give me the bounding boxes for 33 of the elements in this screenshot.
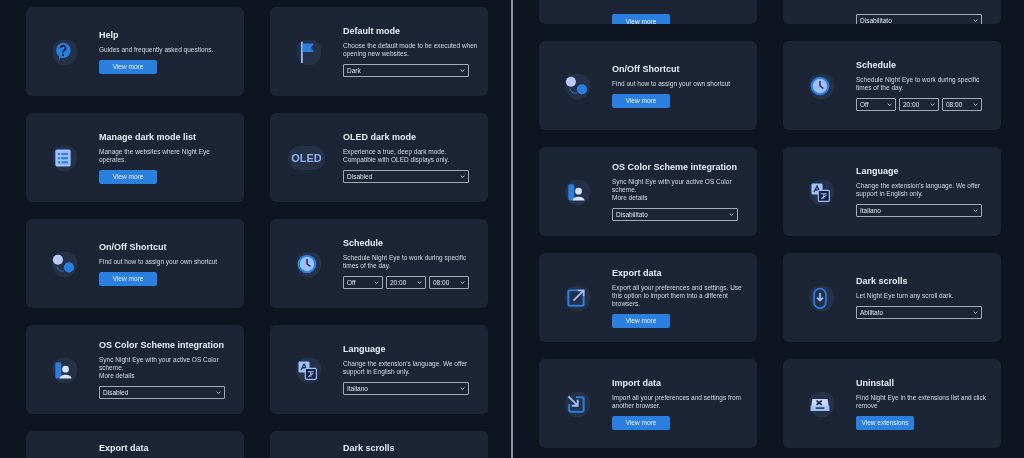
caret-icon xyxy=(460,281,465,284)
oled-label: OLED xyxy=(288,145,325,170)
caret-icon xyxy=(460,387,465,390)
caret-icon xyxy=(973,19,978,22)
card-title: Default mode xyxy=(343,26,401,36)
caret-icon xyxy=(887,103,892,106)
card-title: On/Off Shortcut xyxy=(612,63,681,74)
caret-icon xyxy=(216,391,221,394)
card-title: Help xyxy=(99,29,120,40)
card-title: OS Color Scheme integration xyxy=(99,340,226,350)
caret-icon xyxy=(460,175,465,178)
card-title: Import data xyxy=(612,377,662,388)
card-title: Schedule xyxy=(856,60,897,70)
card-title: Export data xyxy=(99,443,150,453)
card-title: Dark scrolls xyxy=(343,443,396,453)
caret-icon xyxy=(973,311,978,314)
caret-icon xyxy=(417,281,422,284)
caret-icon xyxy=(374,281,379,284)
caret-icon xyxy=(460,69,465,72)
card-title: OS Color Scheme integration xyxy=(612,162,739,172)
card-title: Dark scrolls xyxy=(856,276,909,286)
caret-icon xyxy=(973,103,978,106)
card-title: Schedule xyxy=(343,238,384,248)
card-title: Export data xyxy=(612,267,663,278)
caret-icon xyxy=(930,103,935,106)
caret-icon xyxy=(729,213,734,216)
card-title: On/Off Shortcut xyxy=(99,241,168,252)
card-title: Manage dark mode list xyxy=(99,131,198,142)
card-title: Language xyxy=(343,344,387,354)
card-title: Language xyxy=(856,166,900,176)
card-title: OLED dark mode xyxy=(343,132,417,142)
card-title: Uninstall xyxy=(856,377,895,388)
caret-icon xyxy=(973,209,978,212)
